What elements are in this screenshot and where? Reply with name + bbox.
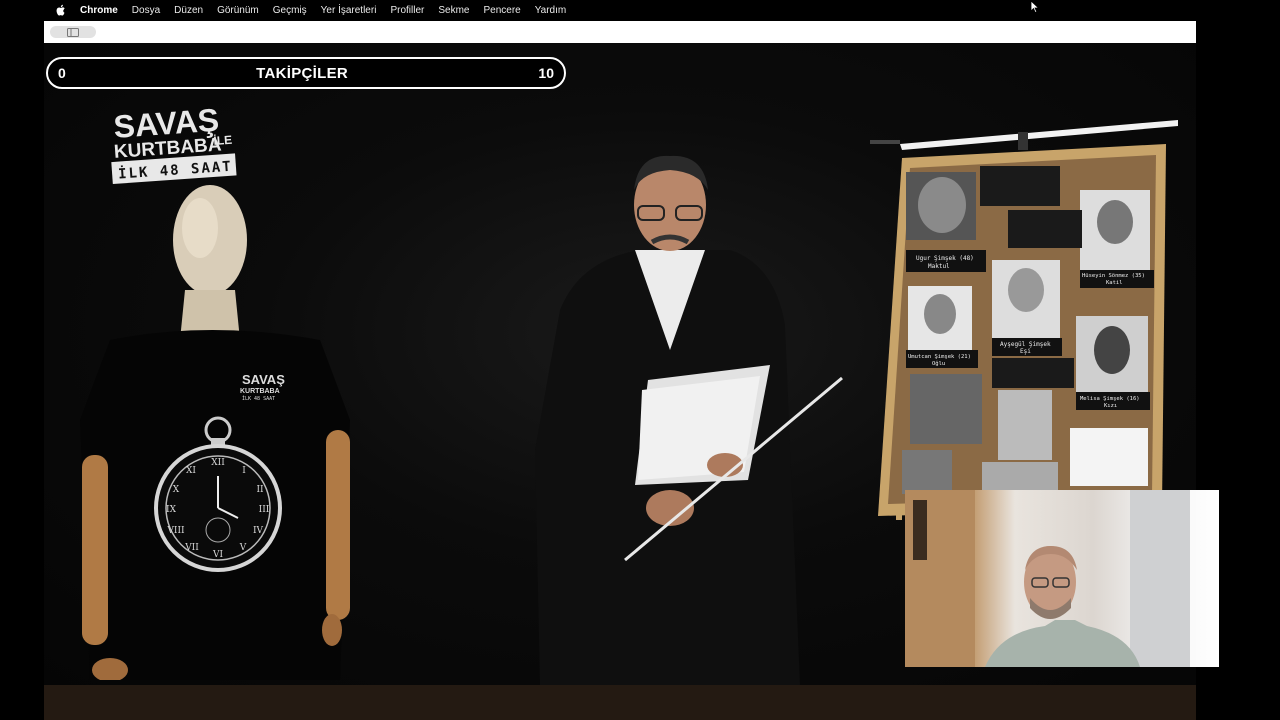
apple-logo-icon[interactable]	[56, 4, 68, 16]
menu-item-edit[interactable]: Düzen	[174, 5, 203, 16]
board-label-daughter-role: Kızı	[1104, 403, 1117, 409]
board-label-wife: Ayşegül Şimşek	[1000, 341, 1051, 348]
board-label-daughter: Melisa Şimşek (16)	[1080, 396, 1140, 402]
svg-text:II: II	[256, 485, 264, 495]
board-label-son-role: Oğlu	[932, 360, 945, 367]
menu-app-name[interactable]: Chrome	[80, 5, 118, 16]
board-label-victim-role: Maktul	[928, 263, 950, 270]
board-label-wife-role: Eşi	[1020, 348, 1031, 355]
followers-min: 0	[58, 65, 66, 81]
svg-text:VI: VI	[212, 550, 223, 560]
svg-text:XII: XII	[211, 458, 225, 468]
board-label-son: Umutcan Şimşek (21)	[908, 354, 971, 360]
svg-text:XI: XI	[186, 466, 196, 476]
svg-text:VIII: VIII	[166, 526, 185, 536]
menu-item-profiles[interactable]: Profiller	[390, 5, 424, 16]
macos-menu-bar: Chrome Dosya Düzen Görünüm Geçmiş Yer İş…	[0, 0, 1280, 20]
sidebar-icon	[67, 27, 79, 37]
sidebar-toggle-button[interactable]	[50, 26, 96, 38]
followers-max: 10	[538, 65, 554, 81]
menu-item-window[interactable]: Pencere	[483, 5, 520, 16]
menu-item-help[interactable]: Yardım	[535, 5, 567, 16]
presenter	[535, 155, 843, 685]
video-bottom-strip	[44, 685, 1196, 720]
evidence-board: Ugur Şimşek (48) Maktul Hüseyin Sönmez (…	[870, 120, 1178, 520]
shirt-logo-line-1: SAVAŞ	[242, 372, 285, 387]
menu-item-history[interactable]: Geçmiş	[273, 5, 307, 16]
browser-toolbar	[44, 21, 1196, 43]
board-label-suspect: Hüseyin Sönmez (35)	[1082, 273, 1145, 279]
svg-text:VII: VII	[184, 543, 199, 553]
shirt-logo-line-3: İLK 48 SAAT	[242, 395, 275, 402]
menu-item-view[interactable]: Görünüm	[217, 5, 259, 16]
webcam-person	[905, 490, 1190, 667]
svg-text:IV: IV	[253, 526, 264, 536]
webcam-overlay	[905, 490, 1219, 667]
logo-line-2-suffix: İLE	[213, 132, 233, 148]
board-label-suspect-role: Katil	[1106, 280, 1123, 286]
menu-item-file[interactable]: Dosya	[132, 5, 160, 16]
menu-item-bookmarks[interactable]: Yer İşaretleri	[321, 5, 377, 16]
svg-text:X: X	[173, 485, 180, 495]
svg-text:V: V	[239, 543, 247, 553]
show-logo: SAVAŞ KURTBABA İLE İLK 48 SAAT	[111, 102, 237, 185]
mannequin-tshirt: SAVAŞ KURTBABA İLK 48 SAAT XIIIII IIIIVV…	[80, 185, 350, 680]
svg-text:III: III	[259, 505, 270, 515]
shirt-logo-line-2: KURTBABA	[240, 388, 280, 395]
svg-text:IX: IX	[166, 505, 177, 515]
board-label-victim: Ugur Şimşek (48)	[916, 255, 974, 262]
followers-label: TAKİPÇİLER	[256, 64, 349, 82]
svg-text:I: I	[242, 466, 246, 476]
mouse-cursor-icon	[1030, 0, 1040, 14]
menu-item-tab[interactable]: Sekme	[438, 5, 469, 16]
followers-goal-bar: 0 TAKİPÇİLER 10	[46, 57, 566, 89]
